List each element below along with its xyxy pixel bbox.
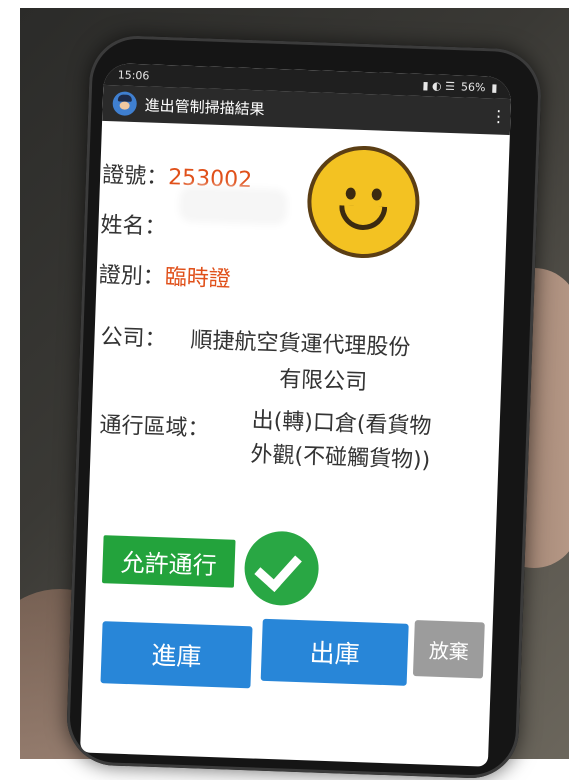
cert-type-row: 證別：臨時證 (98, 257, 231, 294)
status-icons: ▮ ◐ ☰ 56% ▮ (422, 79, 497, 95)
eye (345, 187, 356, 200)
overflow-menu-icon[interactable]: ⋮ (490, 106, 505, 125)
company-label: 公司： (100, 324, 167, 353)
inbound-button[interactable]: 進庫 (100, 621, 253, 689)
area-value-line1: 出(轉)口倉(看貨物 (251, 408, 432, 440)
photo-placeholder (297, 135, 430, 269)
company-value-line2: 有限公司 (278, 367, 368, 396)
allow-pass-badge: 允許通行 (101, 535, 236, 588)
guard-icon (112, 91, 138, 117)
phone-screen: 15:06 ▮ ◐ ☰ 56% ▮ 進出管制掃描結果 ⋮ 證號：253002 姓… (80, 62, 512, 767)
cert-type-value: 臨時證 (164, 265, 232, 293)
status-time: 15:06 (117, 67, 150, 82)
cert-no-value: 253002 (167, 165, 253, 194)
eye (371, 188, 382, 201)
battery-level: 56% (460, 79, 486, 94)
smiley-face-icon (305, 144, 422, 260)
battery-icon: ▮ (491, 80, 498, 95)
area-value-line2: 外觀(不碰觸貨物)) (250, 442, 431, 474)
name-redacted (184, 191, 282, 220)
cert-type-label: 證別： (98, 262, 166, 291)
outbound-button[interactable]: 出庫 (260, 618, 409, 686)
check-icon (243, 530, 320, 607)
page-title: 進出管制掃描結果 (144, 95, 265, 119)
smile (338, 205, 388, 231)
name-label: 姓名： (100, 212, 167, 241)
abandon-button[interactable]: 放棄 (412, 620, 485, 679)
cert-no-label: 證號： (101, 162, 169, 191)
area-label: 通行區域： (99, 412, 210, 442)
cert-no-row: 證號：253002 (102, 157, 253, 194)
signal-icon: ▮ ◐ ☰ (422, 78, 456, 93)
name-row: 姓名： (100, 207, 167, 241)
company-value-line1: 順捷航空貨運代理股份 (190, 328, 411, 361)
result-panel: 證號：253002 姓名： 證別：臨時證 公司： 順捷航空貨運代理股份 有限公司… (80, 121, 510, 767)
